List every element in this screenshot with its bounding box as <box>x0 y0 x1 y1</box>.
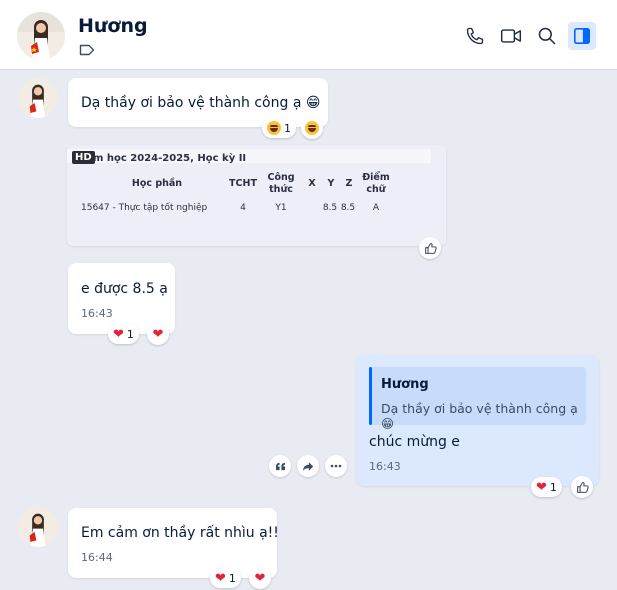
forward-icon[interactable] <box>297 455 319 477</box>
image-caption: m học 2024-2025, Học kỳ II <box>93 153 247 164</box>
heart-emoji-icon: ❤ <box>113 326 124 342</box>
table-cell: 8.5 <box>322 203 338 213</box>
table-header: Y <box>327 178 335 189</box>
table-header: Công thức <box>267 172 295 195</box>
tag-icon[interactable] <box>79 44 95 56</box>
reaction-count: 1 <box>126 327 134 341</box>
sidebar-toggle-icon[interactable] <box>568 22 596 50</box>
quote-bar <box>369 367 372 425</box>
heart-emoji-icon: ❤ <box>215 570 226 586</box>
sender-avatar[interactable] <box>18 507 58 547</box>
chat-header: Hương <box>0 0 617 70</box>
reaction-count: 1 <box>228 571 236 585</box>
table-header: Học phần <box>131 178 183 189</box>
reaction-summary[interactable]: ❤ 1 <box>108 324 139 344</box>
message-text: Dạ thầy ơi bảo vệ thành công ạ 😁 <box>81 95 321 111</box>
heart-emoji-icon: ❤ <box>536 479 547 495</box>
table-cell: Y1 <box>275 203 287 213</box>
message-time: 16:43 <box>369 460 401 473</box>
contact-name: Hương <box>78 15 148 37</box>
quote-icon[interactable] <box>269 455 291 477</box>
more-icon[interactable] <box>325 455 347 477</box>
message-text: Em cảm ơn thầy rất nhìu ạ!! <box>81 525 279 541</box>
table-header: Z <box>345 178 353 189</box>
reaction-summary[interactable]: ❤ 1 <box>531 477 562 497</box>
react-button[interactable]: ❤ <box>249 567 271 589</box>
quoted-message[interactable]: Hương Dạ thầy ơi bảo vệ thành công ạ 😁 <box>369 367 586 431</box>
laugh-emoji-icon <box>267 121 281 135</box>
message-text: chúc mừng e <box>369 434 460 450</box>
table-cell: 15647 - Thực tập tốt nghiệp <box>81 203 208 213</box>
react-button[interactable] <box>301 117 323 139</box>
table-cell: A <box>372 203 380 213</box>
reaction-summary[interactable]: 1 <box>262 118 296 138</box>
video-call-icon[interactable] <box>497 22 525 50</box>
table-cell: 4 <box>240 203 246 213</box>
reaction-count: 1 <box>549 480 557 494</box>
like-icon[interactable] <box>419 237 441 259</box>
table-header: TCHT <box>229 178 257 189</box>
phone-icon[interactable] <box>461 22 489 50</box>
table-header: X <box>308 178 316 189</box>
message-bubble[interactable]: Em cảm ơn thầy rất nhìu ạ!! 16:44 <box>68 508 279 578</box>
reaction-count: 1 <box>284 121 291 135</box>
hd-badge: HD <box>72 151 95 164</box>
message-time: 16:43 <box>81 307 113 320</box>
quoted-sender-name: Hương <box>381 377 429 392</box>
reaction-summary[interactable]: ❤ 1 <box>210 568 241 588</box>
table-cell: 8.5 <box>340 203 356 213</box>
heart-emoji-icon: ❤ <box>152 326 164 342</box>
laugh-emoji-icon <box>305 121 319 135</box>
sender-avatar[interactable] <box>18 78 58 118</box>
heart-emoji-icon: ❤ <box>254 570 266 586</box>
table-header: Điểm chữ <box>362 172 390 195</box>
react-button[interactable]: ❤ <box>147 323 169 345</box>
contact-avatar[interactable] <box>17 12 65 60</box>
quoted-text: Dạ thầy ơi bảo vệ thành công ạ 😁 <box>381 401 578 431</box>
like-icon[interactable] <box>571 476 593 498</box>
image-message[interactable]: m học 2024-2025, Học kỳ II HD Học phần T… <box>67 145 446 246</box>
search-icon[interactable] <box>533 22 561 50</box>
message-time: 16:44 <box>81 551 113 564</box>
message-text: e được 8.5 ạ <box>81 281 168 297</box>
